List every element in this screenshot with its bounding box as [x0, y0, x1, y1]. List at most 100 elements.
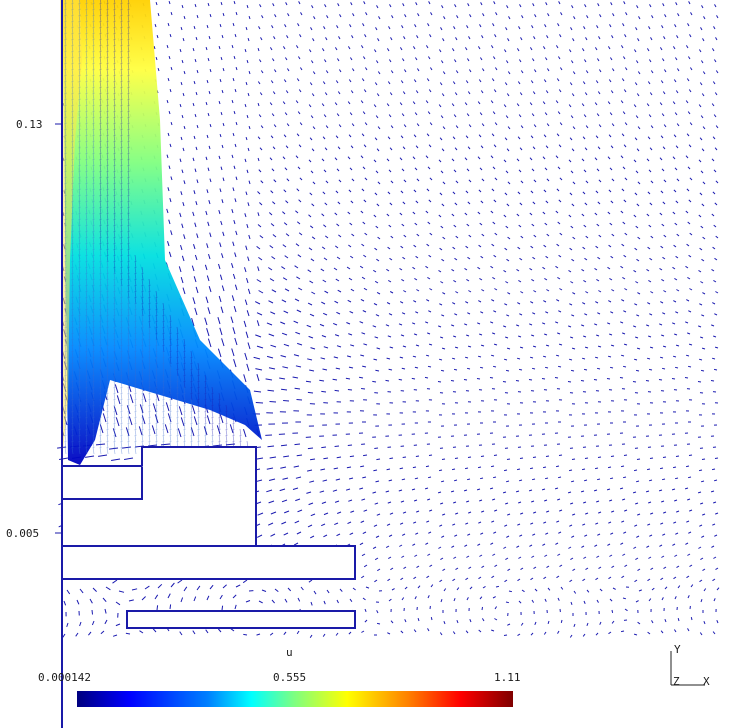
vector-arrow: [622, 498, 626, 501]
vector-arrow: [104, 619, 108, 625]
plume-vector-arrow: [134, 392, 137, 401]
vector-arrow: [517, 81, 521, 85]
vector-arrow: [568, 49, 572, 53]
vector-arrow: [624, 177, 628, 181]
vector-arrow: [390, 125, 394, 129]
vector-arrow: [235, 176, 238, 181]
vector-arrow: [503, 214, 507, 218]
plume-vector-arrow: [197, 416, 200, 425]
plume-vector-arrow: [218, 416, 221, 425]
vector-arrow: [299, 34, 302, 38]
vector-arrow: [493, 343, 498, 346]
vector-arrow: [647, 523, 651, 526]
vector-arrow: [66, 589, 71, 595]
vector-arrow: [364, 177, 368, 181]
vector-arrow: [282, 46, 286, 50]
vector-arrow: [661, 334, 665, 337]
plume-vector-arrow: [134, 428, 137, 437]
vector-arrow: [335, 80, 339, 84]
vector-arrow: [479, 366, 484, 369]
vector-arrow: [571, 458, 576, 460]
vector-arrow: [193, 135, 196, 140]
vector-arrow: [647, 191, 651, 195]
vector-arrow: [505, 557, 509, 561]
vector-arrow: [209, 584, 214, 590]
vector-arrow: [323, 224, 327, 228]
vector-arrow: [533, 179, 537, 183]
vector-arrow: [270, 511, 277, 515]
vector-arrow: [298, 287, 303, 291]
vector-arrow: [273, 36, 276, 40]
vector-arrow: [220, 111, 223, 116]
vector-arrow: [637, 568, 641, 572]
vector-arrow: [701, 458, 706, 460]
vector-arrow: [255, 368, 263, 371]
vector-arrow: [412, 466, 417, 469]
vector-arrow: [323, 26, 326, 30]
vector-arrow: [648, 479, 653, 482]
vector-arrow: [256, 320, 260, 327]
vector-arrow: [219, 594, 223, 600]
vector-arrow: [479, 277, 483, 281]
vector-arrow: [402, 511, 407, 514]
plume-vector-arrow: [134, 446, 137, 455]
vector-arrow: [494, 288, 498, 291]
vector-arrow: [399, 522, 404, 525]
vector-arrow: [453, 556, 457, 559]
vector-arrow: [675, 344, 680, 347]
vector-arrow: [402, 3, 405, 7]
vector-arrow: [714, 257, 718, 261]
vector-arrow: [398, 378, 403, 381]
vector-arrow: [338, 234, 342, 238]
plume-vector-arrow: [113, 410, 116, 419]
vector-arrow: [296, 78, 300, 82]
vector-arrow: [234, 337, 238, 346]
vector-arrow: [713, 224, 717, 228]
plume-vector-arrow: [113, 380, 116, 389]
vector-arrow: [268, 267, 273, 271]
vector-arrow: [222, 231, 225, 237]
vector-arrow: [339, 14, 342, 18]
vector-arrow: [582, 523, 586, 526]
vector-arrow: [480, 200, 484, 204]
vector-arrow: [361, 575, 365, 579]
vector-arrow: [506, 458, 511, 460]
vector-arrow: [598, 511, 602, 514]
vector-arrow: [350, 288, 355, 292]
vector-arrow: [112, 634, 118, 637]
vector-arrow: [516, 213, 520, 217]
vector-arrow: [688, 454, 693, 456]
vector-arrow: [660, 190, 664, 194]
plume-vector-arrow: [120, 440, 123, 449]
flow-field-viewport[interactable]: [0, 0, 731, 728]
vector-arrow: [633, 633, 638, 636]
vector-arrow: [672, 543, 676, 546]
plume-vector-arrow: [225, 416, 228, 425]
vector-arrow: [495, 12, 498, 16]
vector-arrow: [281, 266, 286, 270]
vector-arrow: [481, 123, 485, 127]
vector-arrow: [520, 37, 523, 41]
vector-arrow: [676, 565, 680, 569]
vector-arrow: [346, 466, 352, 469]
vector-arrow: [490, 542, 494, 545]
plume-vector-arrow: [106, 404, 109, 413]
vector-arrow: [647, 302, 651, 305]
vector-arrow: [310, 27, 313, 31]
vector-arrow: [477, 466, 482, 469]
vector-arrow: [415, 90, 419, 94]
vector-arrow: [505, 225, 509, 229]
vector-arrow: [414, 167, 418, 171]
vector-arrow: [424, 376, 429, 379]
vector-arrow: [495, 585, 500, 588]
vector-arrow: [313, 16, 316, 20]
vector-arrow: [282, 477, 289, 480]
vector-arrow: [568, 358, 573, 361]
vector-arrow: [350, 90, 354, 94]
vector-arrow: [507, 568, 511, 572]
vector-arrow: [711, 103, 715, 107]
vector-arrow: [426, 133, 430, 137]
vector-arrow: [623, 254, 627, 258]
vector-arrow: [413, 244, 417, 248]
vector-arrow: [269, 632, 274, 636]
